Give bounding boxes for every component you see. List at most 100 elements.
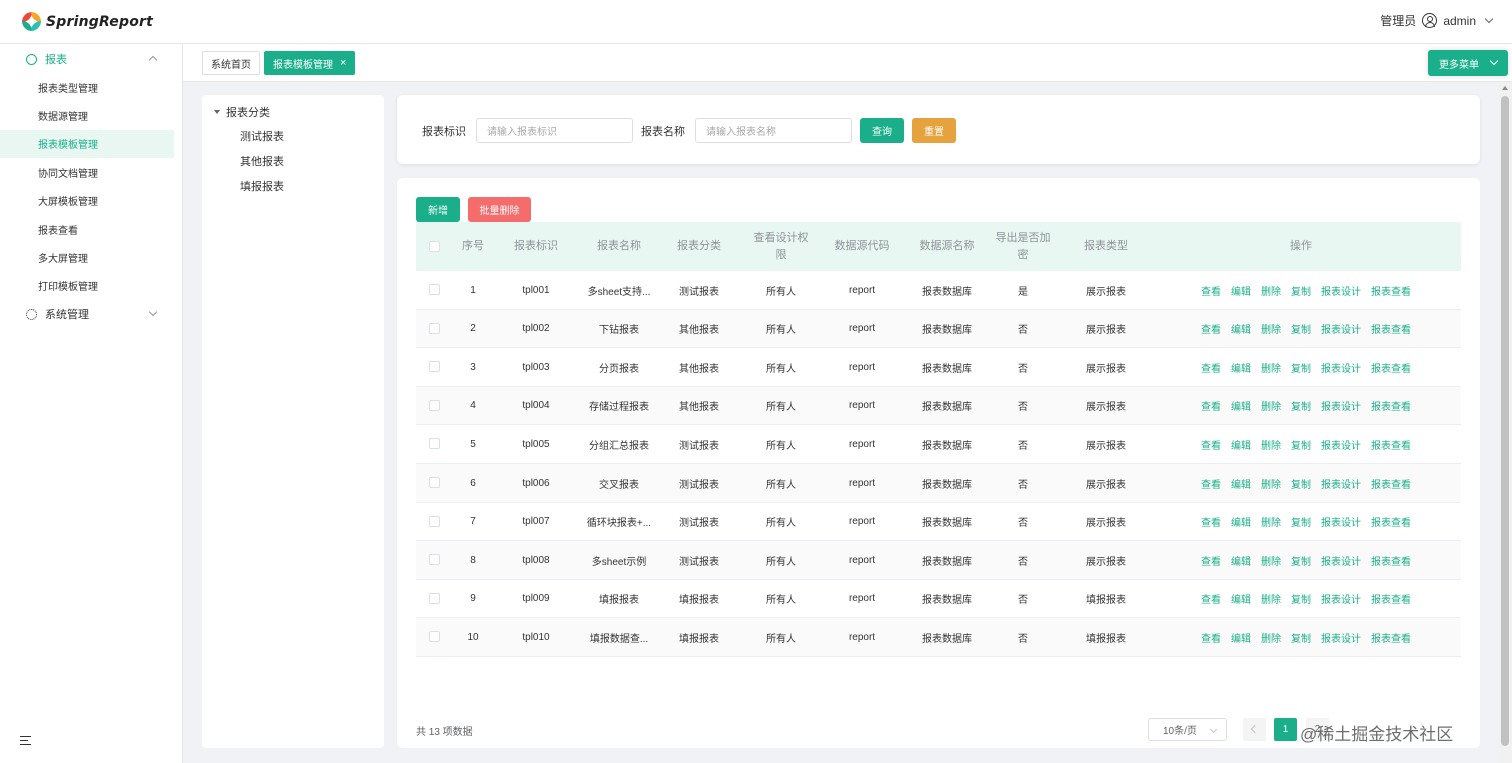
more-menu-button[interactable]: 更多菜单: [1428, 50, 1508, 76]
edit-action[interactable]: 编辑: [1231, 360, 1251, 375]
report-id-input[interactable]: 请输入报表标识: [476, 118, 633, 143]
design-action[interactable]: 报表设计: [1321, 398, 1361, 413]
report-view-action[interactable]: 报表查看: [1371, 630, 1411, 645]
app-logo[interactable]: SpringReport: [22, 12, 153, 32]
tree-node-test[interactable]: 测试报表: [240, 128, 284, 144]
report-name-input[interactable]: 请输入报表名称: [695, 118, 852, 143]
edit-action[interactable]: 编辑: [1231, 476, 1251, 491]
copy-action[interactable]: 复制: [1291, 360, 1311, 375]
design-action[interactable]: 报表设计: [1321, 360, 1361, 375]
close-icon[interactable]: ×: [340, 57, 346, 69]
design-action[interactable]: 报表设计: [1321, 591, 1361, 606]
view-action[interactable]: 查看: [1201, 630, 1221, 645]
copy-action[interactable]: 复制: [1291, 437, 1311, 452]
edit-action[interactable]: 编辑: [1231, 283, 1251, 298]
report-view-action[interactable]: 报表查看: [1371, 437, 1411, 452]
row-checkbox[interactable]: [429, 284, 440, 295]
tab-home[interactable]: 系统首页: [202, 51, 260, 75]
view-action[interactable]: 查看: [1201, 437, 1221, 452]
view-action[interactable]: 查看: [1201, 553, 1221, 568]
sidebar-item-report-type[interactable]: 报表类型管理: [0, 73, 174, 101]
row-checkbox[interactable]: [429, 515, 440, 527]
edit-action[interactable]: 编辑: [1231, 553, 1251, 568]
design-action[interactable]: 报表设计: [1321, 321, 1361, 336]
delete-action[interactable]: 删除: [1261, 591, 1281, 606]
delete-action[interactable]: 删除: [1261, 321, 1281, 336]
tab-report-template[interactable]: 报表模板管理 ×: [264, 51, 356, 75]
report-view-action[interactable]: 报表查看: [1371, 476, 1411, 491]
copy-action[interactable]: 复制: [1291, 630, 1311, 645]
tree-node-fill[interactable]: 填报报表: [240, 178, 284, 194]
view-action[interactable]: 查看: [1201, 283, 1221, 298]
row-checkbox[interactable]: [429, 477, 440, 488]
vertical-scrollbar[interactable]: [1498, 82, 1512, 763]
row-checkbox[interactable]: [429, 438, 440, 450]
design-action[interactable]: 报表设计: [1321, 553, 1361, 568]
delete-action[interactable]: 删除: [1261, 283, 1281, 298]
delete-action[interactable]: 删除: [1261, 514, 1281, 529]
page-size-select[interactable]: 10条/页: [1148, 718, 1227, 741]
sidebar-item-collab-doc[interactable]: 协同文档管理: [0, 158, 174, 186]
view-action[interactable]: 查看: [1201, 321, 1221, 336]
user-menu[interactable]: 管理员 admin: [1380, 12, 1494, 29]
edit-action[interactable]: 编辑: [1231, 398, 1251, 413]
prev-page-button[interactable]: [1243, 718, 1266, 741]
delete-action[interactable]: 删除: [1261, 360, 1281, 375]
menu-group-report[interactable]: 报表: [0, 45, 182, 73]
report-view-action[interactable]: 报表查看: [1371, 591, 1411, 606]
delete-action[interactable]: 删除: [1261, 398, 1281, 413]
report-view-action[interactable]: 报表查看: [1371, 553, 1411, 568]
design-action[interactable]: 报表设计: [1321, 630, 1361, 645]
copy-action[interactable]: 复制: [1291, 321, 1311, 336]
report-view-action[interactable]: 报表查看: [1371, 514, 1411, 529]
view-action[interactable]: 查看: [1201, 514, 1221, 529]
page-1-button[interactable]: 1: [1274, 718, 1297, 741]
view-action[interactable]: 查看: [1201, 476, 1221, 491]
reset-button[interactable]: 重置: [912, 118, 956, 143]
sidebar-item-screen-template[interactable]: 大屏模板管理: [0, 187, 174, 215]
collapse-menu-icon[interactable]: [20, 736, 31, 746]
report-view-action[interactable]: 报表查看: [1371, 360, 1411, 375]
sidebar-item-print-template[interactable]: 打印模板管理: [0, 272, 174, 300]
scroll-up-arrow-icon[interactable]: [1502, 86, 1508, 90]
design-action[interactable]: 报表设计: [1321, 514, 1361, 529]
delete-action[interactable]: 删除: [1261, 630, 1281, 645]
edit-action[interactable]: 编辑: [1231, 630, 1251, 645]
delete-action[interactable]: 删除: [1261, 437, 1281, 452]
report-view-action[interactable]: 报表查看: [1371, 321, 1411, 336]
copy-action[interactable]: 复制: [1291, 591, 1311, 606]
row-checkbox[interactable]: [429, 322, 440, 334]
report-view-action[interactable]: 报表查看: [1371, 283, 1411, 298]
copy-action[interactable]: 复制: [1291, 514, 1311, 529]
view-action[interactable]: 查看: [1201, 398, 1221, 413]
copy-action[interactable]: 复制: [1291, 553, 1311, 568]
row-checkbox[interactable]: [429, 399, 440, 411]
delete-action[interactable]: 删除: [1261, 553, 1281, 568]
report-view-action[interactable]: 报表查看: [1371, 398, 1411, 413]
row-checkbox[interactable]: [429, 631, 440, 643]
edit-action[interactable]: 编辑: [1231, 437, 1251, 452]
row-checkbox[interactable]: [429, 592, 440, 604]
design-action[interactable]: 报表设计: [1321, 437, 1361, 452]
copy-action[interactable]: 复制: [1291, 283, 1311, 298]
edit-action[interactable]: 编辑: [1231, 591, 1251, 606]
sidebar-item-report-template[interactable]: 报表模板管理: [0, 129, 174, 159]
sidebar-item-report-view[interactable]: 报表查看: [0, 215, 174, 243]
sidebar-item-multi-screen[interactable]: 多大屏管理: [0, 243, 174, 271]
menu-group-system[interactable]: 系统管理: [0, 300, 182, 328]
delete-action[interactable]: 删除: [1261, 476, 1281, 491]
select-all-checkbox[interactable]: [429, 241, 440, 252]
design-action[interactable]: 报表设计: [1321, 283, 1361, 298]
query-button[interactable]: 查询: [860, 118, 904, 143]
design-action[interactable]: 报表设计: [1321, 476, 1361, 491]
view-action[interactable]: 查看: [1201, 591, 1221, 606]
copy-action[interactable]: 复制: [1291, 476, 1311, 491]
scrollbar-thumb[interactable]: [1501, 96, 1509, 746]
edit-action[interactable]: 编辑: [1231, 321, 1251, 336]
view-action[interactable]: 查看: [1201, 360, 1221, 375]
row-checkbox[interactable]: [429, 361, 440, 373]
sidebar-item-datasource[interactable]: 数据源管理: [0, 101, 174, 129]
add-button[interactable]: 新增: [416, 197, 460, 222]
copy-action[interactable]: 复制: [1291, 398, 1311, 413]
row-checkbox[interactable]: [429, 554, 440, 566]
